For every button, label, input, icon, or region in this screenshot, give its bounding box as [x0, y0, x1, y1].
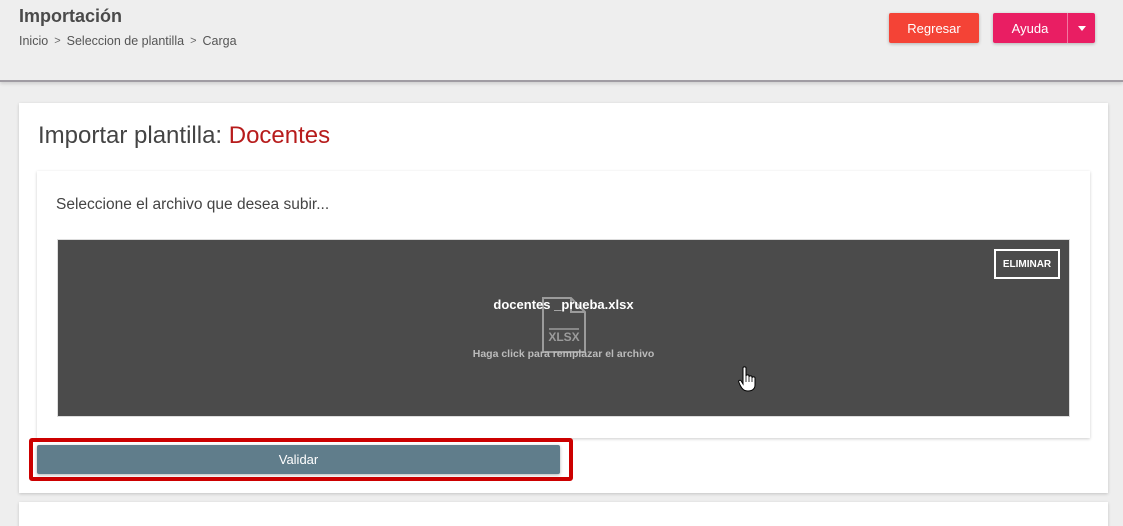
breadcrumb: Inicio > Seleccion de plantilla > Carga: [19, 34, 237, 48]
breadcrumb-item-inicio[interactable]: Inicio: [19, 34, 48, 48]
card-title-prefix: Importar plantilla:: [38, 122, 229, 149]
help-button[interactable]: Ayuda: [993, 13, 1067, 43]
remove-file-button[interactable]: ELIMINAR: [994, 249, 1060, 279]
secondary-card: [19, 502, 1108, 526]
back-button[interactable]: Regresar: [889, 13, 979, 43]
top-header: Importación Inicio > Seleccion de planti…: [0, 0, 1123, 82]
replace-file-hint: Haga click para remplazar el archivo: [472, 348, 655, 360]
page-title: Importación: [19, 6, 123, 26]
breadcrumb-separator: >: [54, 35, 61, 47]
breadcrumb-item-carga: Carga: [202, 34, 237, 48]
hand-pointer-icon: [738, 366, 756, 392]
file-type-label: XLSX: [548, 330, 579, 344]
upload-instructions: Seleccione el archivo que desea subir...: [56, 196, 330, 213]
upload-panel: Seleccione el archivo que desea subir...…: [37, 171, 1090, 438]
template-name: Docentes: [228, 122, 331, 149]
import-card: Importar plantilla: Docentes Seleccione …: [19, 103, 1108, 493]
validate-button[interactable]: Validar: [37, 445, 560, 474]
chevron-down-icon: [1077, 25, 1086, 31]
help-dropdown-toggle[interactable]: [1067, 13, 1095, 43]
breadcrumb-separator: >: [190, 35, 197, 47]
breadcrumb-item-seleccion[interactable]: Seleccion de plantilla: [67, 34, 184, 48]
help-button-group: Ayuda: [993, 13, 1095, 43]
file-dropzone[interactable]: ELIMINAR XLSX docentes _prueba.xlsx Haga…: [57, 239, 1070, 417]
file-name: docentes _prueba.xlsx: [493, 297, 634, 312]
card-title: Importar plantilla: Docentes: [38, 122, 330, 150]
